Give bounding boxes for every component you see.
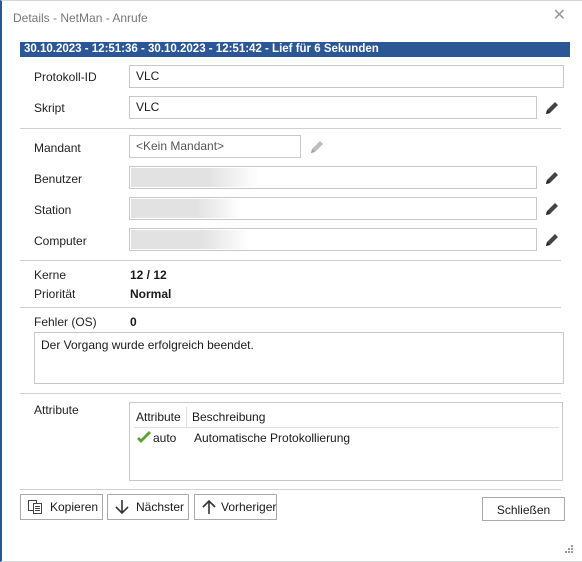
copy-icon	[28, 500, 42, 514]
edit-computer-pencil-icon[interactable]	[543, 231, 561, 249]
mandant-field[interactable]: <Kein Mandant>	[129, 135, 301, 158]
redacted-value	[131, 199, 241, 218]
station-label: Station	[34, 203, 72, 217]
description-cell: Automatische Protokollierung	[194, 431, 351, 445]
copy-button[interactable]: Kopieren	[20, 494, 103, 520]
separator	[20, 260, 561, 261]
column-divider	[186, 407, 187, 427]
copy-button-label: Kopieren	[50, 500, 99, 514]
separator	[20, 128, 561, 129]
computer-label: Computer	[34, 234, 87, 248]
protokoll-id-label: Protokoll-ID	[34, 70, 97, 84]
redacted-value	[131, 230, 249, 249]
arrow-down-icon	[115, 500, 129, 515]
message-box[interactable]: Der Vorgang wurde erfolgreich beendet.	[34, 332, 564, 384]
checkmark-icon	[137, 431, 151, 443]
edit-benutzer-pencil-icon[interactable]	[543, 169, 561, 187]
prioritaet-value: Normal	[130, 287, 172, 301]
attribute-label: Attribute	[34, 403, 79, 417]
attribute-table-header: Attribute Beschreibung	[134, 407, 559, 428]
fehler-label: Fehler (OS)	[34, 315, 97, 329]
skript-label: Skript	[34, 101, 65, 115]
previous-button[interactable]: Vorheriger	[194, 494, 277, 520]
computer-field[interactable]	[129, 228, 537, 251]
edit-skript-pencil-icon[interactable]	[543, 99, 561, 117]
kerne-label: Kerne	[34, 268, 67, 282]
mandant-label: Mandant	[34, 141, 81, 155]
close-button[interactable]: Schließen	[482, 497, 565, 521]
fehler-value: 0	[130, 315, 137, 329]
attribute-table[interactable]: Attribute Beschreibung auto Automatische…	[129, 402, 563, 481]
kerne-value: 12 / 12	[130, 268, 167, 282]
edit-station-pencil-icon[interactable]	[543, 200, 561, 218]
window-title: Details - NetMan - Anrufe	[13, 11, 148, 25]
separator	[20, 489, 561, 490]
attribute-cell: auto	[153, 431, 177, 445]
benutzer-field[interactable]	[129, 166, 537, 189]
table-row[interactable]: auto Automatische Protokollierung	[134, 429, 559, 447]
column-header-attribute[interactable]: Attribute	[136, 410, 181, 424]
column-header-beschreibung[interactable]: Beschreibung	[192, 410, 265, 424]
next-button-label: Nächster	[136, 500, 185, 514]
benutzer-label: Benutzer	[34, 172, 83, 186]
resize-grip-icon[interactable]	[565, 545, 573, 553]
separator	[20, 307, 561, 308]
separator	[20, 393, 561, 394]
close-icon[interactable]: ✕	[553, 5, 566, 25]
edit-mandant-pencil-icon[interactable]	[308, 138, 326, 156]
skript-field[interactable]: VLC	[129, 96, 537, 119]
station-field[interactable]	[129, 197, 537, 220]
previous-button-label: Vorheriger	[221, 500, 277, 514]
arrow-up-icon	[202, 499, 216, 514]
close-button-label: Schließen	[496, 503, 551, 517]
prioritaet-label: Priorität	[34, 287, 76, 301]
protokoll-id-field[interactable]: VLC	[129, 65, 564, 88]
time-banner: 30.10.2023 - 12:51:36 - 30.10.2023 - 12:…	[20, 42, 570, 57]
redacted-value	[131, 168, 259, 187]
next-button[interactable]: Nächster	[107, 494, 189, 520]
